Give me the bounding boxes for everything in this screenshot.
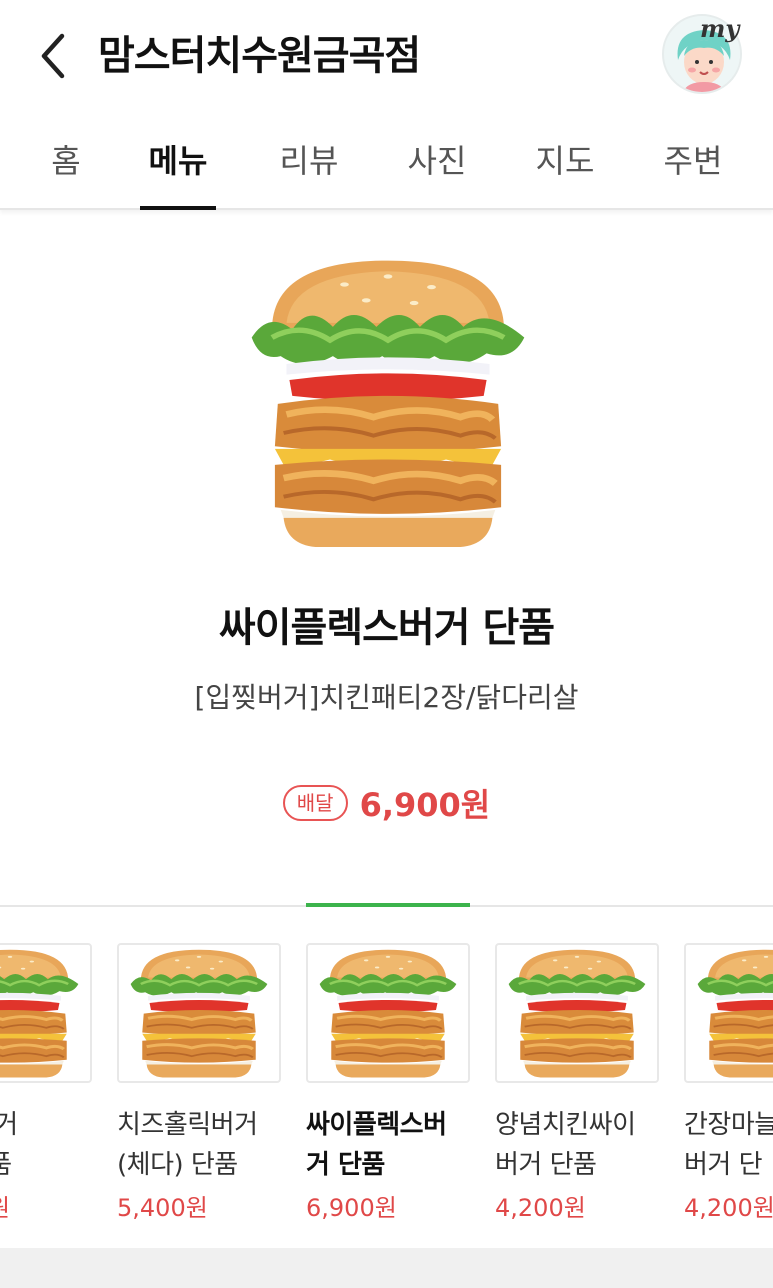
carousel-item-name-line2: 탈) 단품 <box>0 1145 92 1185</box>
carousel-item[interactable]: 양념치킨싸이 버거 단품 4,200원 <box>495 943 659 1225</box>
delivery-badge: 배달 <box>282 785 348 821</box>
carousel-item-price: 5,400원 <box>117 1194 208 1222</box>
carousel-item-image <box>495 943 659 1083</box>
carousel-item[interactable]: 홀릭버거 탈) 단품 원 <box>0 943 92 1225</box>
menu-item-price: 6,900원 <box>359 786 491 824</box>
carousel-item-name: 홀릭버거 탈) 단품 <box>0 1105 92 1185</box>
tab-menu[interactable]: 메뉴 <box>136 136 220 186</box>
header: 맘스터치수원금곡점 my <box>0 0 773 110</box>
menu-item-name: 싸이플렉스버거 단품 <box>218 605 555 651</box>
back-button[interactable] <box>30 28 76 84</box>
tab-bar: 홈 메뉴 리뷰 사진 지도 주변 <box>0 110 773 210</box>
carousel-item-price: 4,200원 <box>495 1194 586 1222</box>
tab-home[interactable]: 홈 <box>36 136 96 186</box>
carousel-item-name-line2: 버거 단 <box>684 1150 763 1180</box>
carousel-item-name: 싸이플렉스버 거 단품 <box>306 1105 470 1185</box>
carousel-item-name-line1: 양념치킨싸이 <box>495 1110 636 1140</box>
tab-photos[interactable]: 사진 <box>392 136 482 186</box>
carousel-item-name-line1: 치즈홀릭버거 <box>117 1110 258 1140</box>
price-row: 배달 6,900원 <box>0 780 773 826</box>
my-label: my <box>700 14 740 43</box>
carousel-item-price: 6,900원 <box>306 1194 397 1222</box>
tab-map[interactable]: 지도 <box>520 136 610 186</box>
carousel-item-name-line1: 간장마늘 <box>684 1110 773 1140</box>
tab-nearby[interactable]: 주변 <box>648 136 738 186</box>
menu-hero-image <box>243 250 533 555</box>
menu-item-description: [입찢버거]치킨패티2장/닭다리살 <box>194 681 579 714</box>
active-tab-indicator <box>140 206 216 210</box>
carousel-item[interactable]: 치즈홀릭버거 (체다) 단품 5,400원 <box>117 943 281 1225</box>
carousel-item-name: 간장마늘 버거 단 <box>684 1105 773 1185</box>
carousel-item-image <box>684 943 773 1083</box>
carousel-item-price: 원 <box>0 1191 92 1225</box>
carousel-item-image <box>117 943 281 1083</box>
carousel-item-name-line1: 싸이플렉스버 <box>306 1110 447 1140</box>
carousel-item-image <box>306 943 470 1083</box>
bottom-spacer <box>0 1248 773 1288</box>
carousel-item-name-line1: 홀릭버거 <box>0 1105 92 1145</box>
carousel-item-image <box>0 943 92 1083</box>
carousel-active-indicator <box>306 903 470 907</box>
carousel-item-name: 양념치킨싸이 버거 단품 <box>495 1105 659 1185</box>
carousel-item-name: 치즈홀릭버거 (체다) 단품 <box>117 1105 281 1185</box>
carousel-item-name-line2: 버거 단품 <box>495 1150 597 1180</box>
menu-carousel[interactable]: 홀릭버거 탈) 단품 원 치즈홀릭버거 (체다) 단품 5,400원 싸이플렉스… <box>0 905 773 1248</box>
carousel-item[interactable]: 간장마늘 버거 단 4,200원 <box>684 943 773 1225</box>
page-title: 맘스터치수원금곡점 <box>98 33 421 79</box>
carousel-item-price: 4,200원 <box>684 1194 773 1222</box>
carousel-item-current[interactable]: 싸이플렉스버 거 단품 6,900원 <box>306 943 470 1225</box>
carousel-item-name-line2: (체다) 단품 <box>117 1150 238 1180</box>
chevron-left-icon <box>41 33 65 79</box>
tab-reviews[interactable]: 리뷰 <box>264 136 354 186</box>
carousel-item-name-line2: 거 단품 <box>306 1150 385 1180</box>
